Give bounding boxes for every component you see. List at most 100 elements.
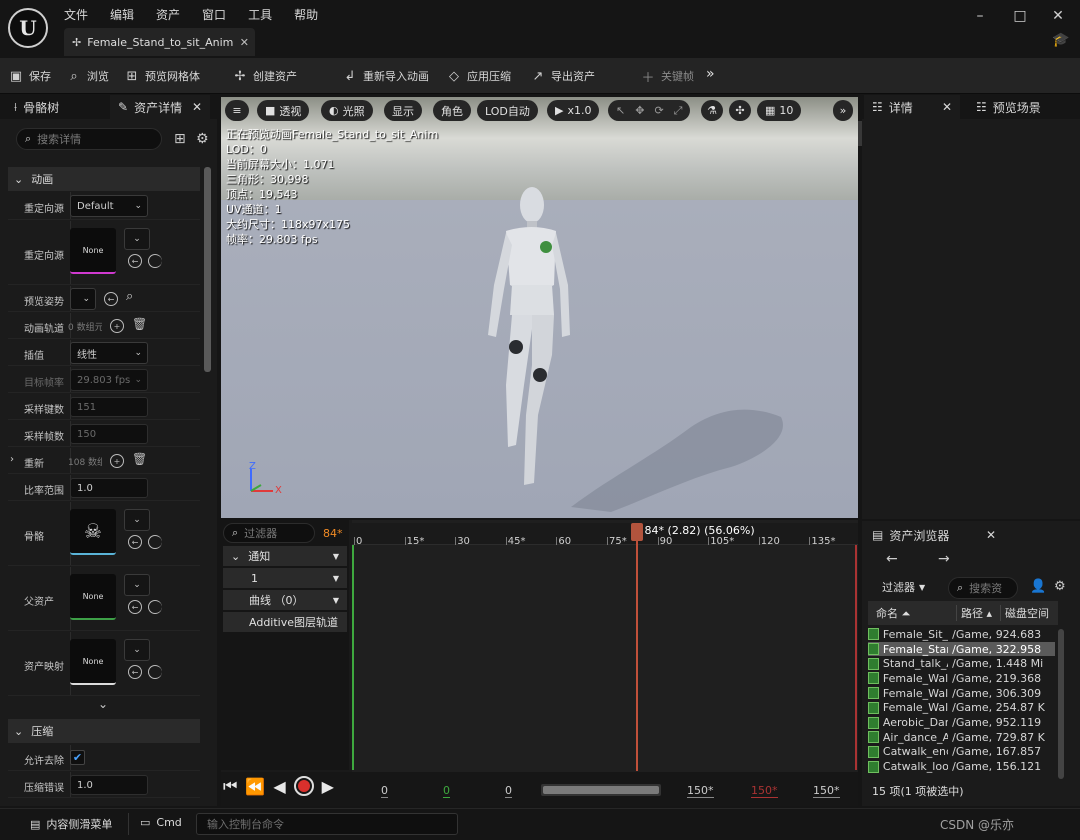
export-asset-button[interactable]: ↗ 导出资产	[524, 58, 601, 94]
tab-details[interactable]: ☷ 详情 ✕	[864, 95, 960, 119]
asset-search-input[interactable]: ⌕ 搜索资	[948, 577, 1018, 599]
lod-button[interactable]: LOD自动	[477, 100, 538, 121]
unreal-logo-icon[interactable]: U	[8, 8, 48, 48]
menu-asset[interactable]: 资产	[145, 6, 191, 23]
skip-to-start-icon[interactable]: ⏮	[223, 776, 237, 796]
select-icon[interactable]: ↖	[616, 104, 625, 117]
table-view-icon[interactable]: ⊞	[174, 131, 186, 147]
close-tab-icon[interactable]: ✕	[240, 36, 249, 49]
asset-list-item[interactable]: Air_dance_A/Game, 729.87 K	[868, 730, 1055, 745]
timeline-ruler[interactable]: 0 15* 30 45* 60 75* 90 105* 120 135*	[352, 523, 858, 547]
play-forward-icon[interactable]: ▶	[322, 777, 334, 796]
show-button[interactable]: 显示	[384, 100, 422, 121]
apply-compression-button[interactable]: ◇ 应用压缩	[440, 58, 517, 94]
use-selected-icon[interactable]: ←	[128, 535, 142, 549]
timeline-track-area[interactable]	[352, 520, 858, 772]
asset-list-item[interactable]: Aerobic_Dar/Game, 952.119	[868, 715, 1055, 730]
add-element-icon[interactable]: +	[110, 319, 124, 333]
track-curves[interactable]: 曲线 （0） ▼	[223, 590, 347, 610]
details-search-input[interactable]: ⌕ 搜索详情	[16, 128, 162, 150]
save-button[interactable]: ▣ 保存	[2, 58, 57, 94]
asset-list-item[interactable]: Stand_talk_A/Game, 1.448 Mi	[868, 656, 1055, 671]
rotate-icon[interactable]: ⟳	[654, 104, 663, 117]
current-frame-field[interactable]: 0	[505, 784, 512, 798]
track-additive-layers[interactable]: Additive图层轨道	[223, 612, 347, 632]
track-notifies[interactable]: ⌄ 通知 ▼	[223, 546, 347, 566]
row-notifies[interactable]: › 重新 108 数组元素 + 🗑	[8, 448, 200, 474]
menu-file[interactable]: 文件	[64, 6, 99, 23]
expand-advanced-icon[interactable]: ⌄	[98, 697, 108, 711]
playback-speed-button[interactable]: ▶ x1.0	[547, 100, 600, 121]
menu-tools[interactable]: 工具	[237, 6, 283, 23]
asset-list-item[interactable]: Female_Wal/Game, 219.368	[868, 671, 1055, 686]
user-icon[interactable]: 👤	[1030, 579, 1046, 594]
asset-mapping-combo[interactable]: ⌄	[124, 639, 150, 661]
asset-list-item[interactable]: Catwalk_loo/Game, 156.121	[868, 759, 1055, 774]
move-icon[interactable]: ✥	[635, 104, 644, 117]
browse-icon[interactable]	[148, 254, 162, 268]
close-tab-icon[interactable]: ✕	[986, 528, 996, 542]
close-window-button[interactable]: ✕	[1048, 8, 1068, 24]
caret-down-icon[interactable]: ▼	[333, 574, 339, 583]
content-drawer-button[interactable]: ▤ 内容侧滑菜单	[30, 816, 112, 832]
lit-button[interactable]: ◐ 光照	[321, 100, 373, 121]
grid-snap-button[interactable]: ▦ 10	[757, 100, 802, 121]
world-local-button[interactable]: ⚗	[701, 100, 723, 121]
more-tools-icon[interactable]: »	[706, 66, 715, 82]
rate-scale-field[interactable]: 1.0	[70, 478, 148, 498]
create-asset-button[interactable]: ✢ 创建资产	[226, 58, 303, 94]
character-button[interactable]: 角色	[433, 100, 471, 121]
console-command-input[interactable]: 输入控制台命令	[196, 813, 458, 835]
timeline-scrollbar-track[interactable]	[541, 784, 661, 796]
cmd-button[interactable]: ▭ Cmd	[140, 816, 182, 829]
viewport-more-button[interactable]: »	[833, 100, 853, 121]
tab-skeleton-tree[interactable]: ⟊ 骨骼树	[6, 95, 67, 119]
playback-start-field[interactable]: 0	[443, 784, 450, 798]
asset-list-item[interactable]: Catwalk_enc/Game, 167.857	[868, 745, 1055, 760]
caret-down-icon[interactable]: ▼	[333, 552, 339, 561]
retarget-mesh-thumbnail[interactable]: None	[70, 228, 116, 274]
retarget-source-combo[interactable]: Default ⌄	[70, 195, 148, 217]
perspective-button[interactable]: ■ 透视	[257, 100, 310, 121]
preview-pose-combo[interactable]: ⌄	[70, 288, 96, 310]
timeline-scrollbar-thumb[interactable]	[543, 786, 659, 794]
end-frame-field[interactable]: 150*	[751, 784, 778, 798]
browse-icon[interactable]	[148, 665, 162, 679]
caret-down-icon[interactable]: ▼	[333, 596, 339, 605]
use-selected-icon[interactable]: ←	[128, 600, 142, 614]
menu-edit[interactable]: 编辑	[99, 6, 145, 23]
close-tab-icon[interactable]: ✕	[192, 100, 202, 114]
settings-gear-icon[interactable]: ⚙	[196, 131, 209, 147]
parent-asset-combo[interactable]: ⌄	[124, 574, 150, 596]
asset-list-item[interactable]: Female_Wal/Game, 254.87 K	[868, 701, 1055, 716]
playhead-handle[interactable]	[630, 523, 643, 541]
skeleton-combo[interactable]: ⌄	[124, 509, 150, 531]
details-scrollbar[interactable]	[204, 167, 211, 372]
document-tab[interactable]: ✢ Female_Stand_to_sit_Anim ✕	[64, 28, 255, 56]
tab-preview-scene[interactable]: ☷ 预览场景	[968, 95, 1049, 119]
step-back-icon[interactable]: ⏪	[245, 777, 265, 796]
interpolation-combo[interactable]: 线性 ⌄	[70, 342, 148, 364]
asset-list-item[interactable]: Female_Star/Game, 322.958	[868, 641, 1055, 657]
preview-viewport[interactable]: ≡ ■ 透视 ◐ 光照 显示 角色 LOD自动 ▶ x1.0 ↖ ✥ ⟳ ⤢ ⚗ ✣ ▦ 10…	[221, 97, 858, 518]
filter-dropdown[interactable]: 过滤器 ▼	[882, 579, 925, 595]
trash-icon[interactable]: 🗑	[132, 452, 147, 466]
browse-icon[interactable]	[148, 600, 162, 614]
browse-icon[interactable]	[148, 535, 162, 549]
column-name-header[interactable]: 命名 ⏶	[868, 605, 956, 621]
keyframe-button[interactable]: ＋关键帧	[634, 58, 700, 94]
add-element-icon[interactable]: +	[110, 454, 124, 468]
tab-asset-browser[interactable]: ▤ 资产浏览器 ✕	[864, 523, 1004, 547]
scale-icon[interactable]: ⤢	[674, 104, 683, 118]
forward-arrow-icon[interactable]: →	[938, 551, 950, 567]
close-tab-icon[interactable]: ✕	[942, 100, 952, 114]
skeleton-thumbnail[interactable]: ☠	[70, 509, 116, 555]
retarget-mesh-combo[interactable]: ⌄	[124, 228, 150, 250]
section-animation-header[interactable]: ⌄ 动画	[8, 167, 200, 191]
play-reverse-icon[interactable]: ◀	[273, 777, 285, 796]
asset-list-item[interactable]: Female_Wal/Game, 306.309	[868, 686, 1055, 701]
allow-strip-checkbox[interactable]: ✔	[70, 750, 85, 765]
maximize-button[interactable]: □	[1010, 8, 1030, 24]
column-size-header[interactable]: 磁盘空间	[1000, 605, 1058, 621]
view-start-field[interactable]: 0	[381, 784, 388, 798]
